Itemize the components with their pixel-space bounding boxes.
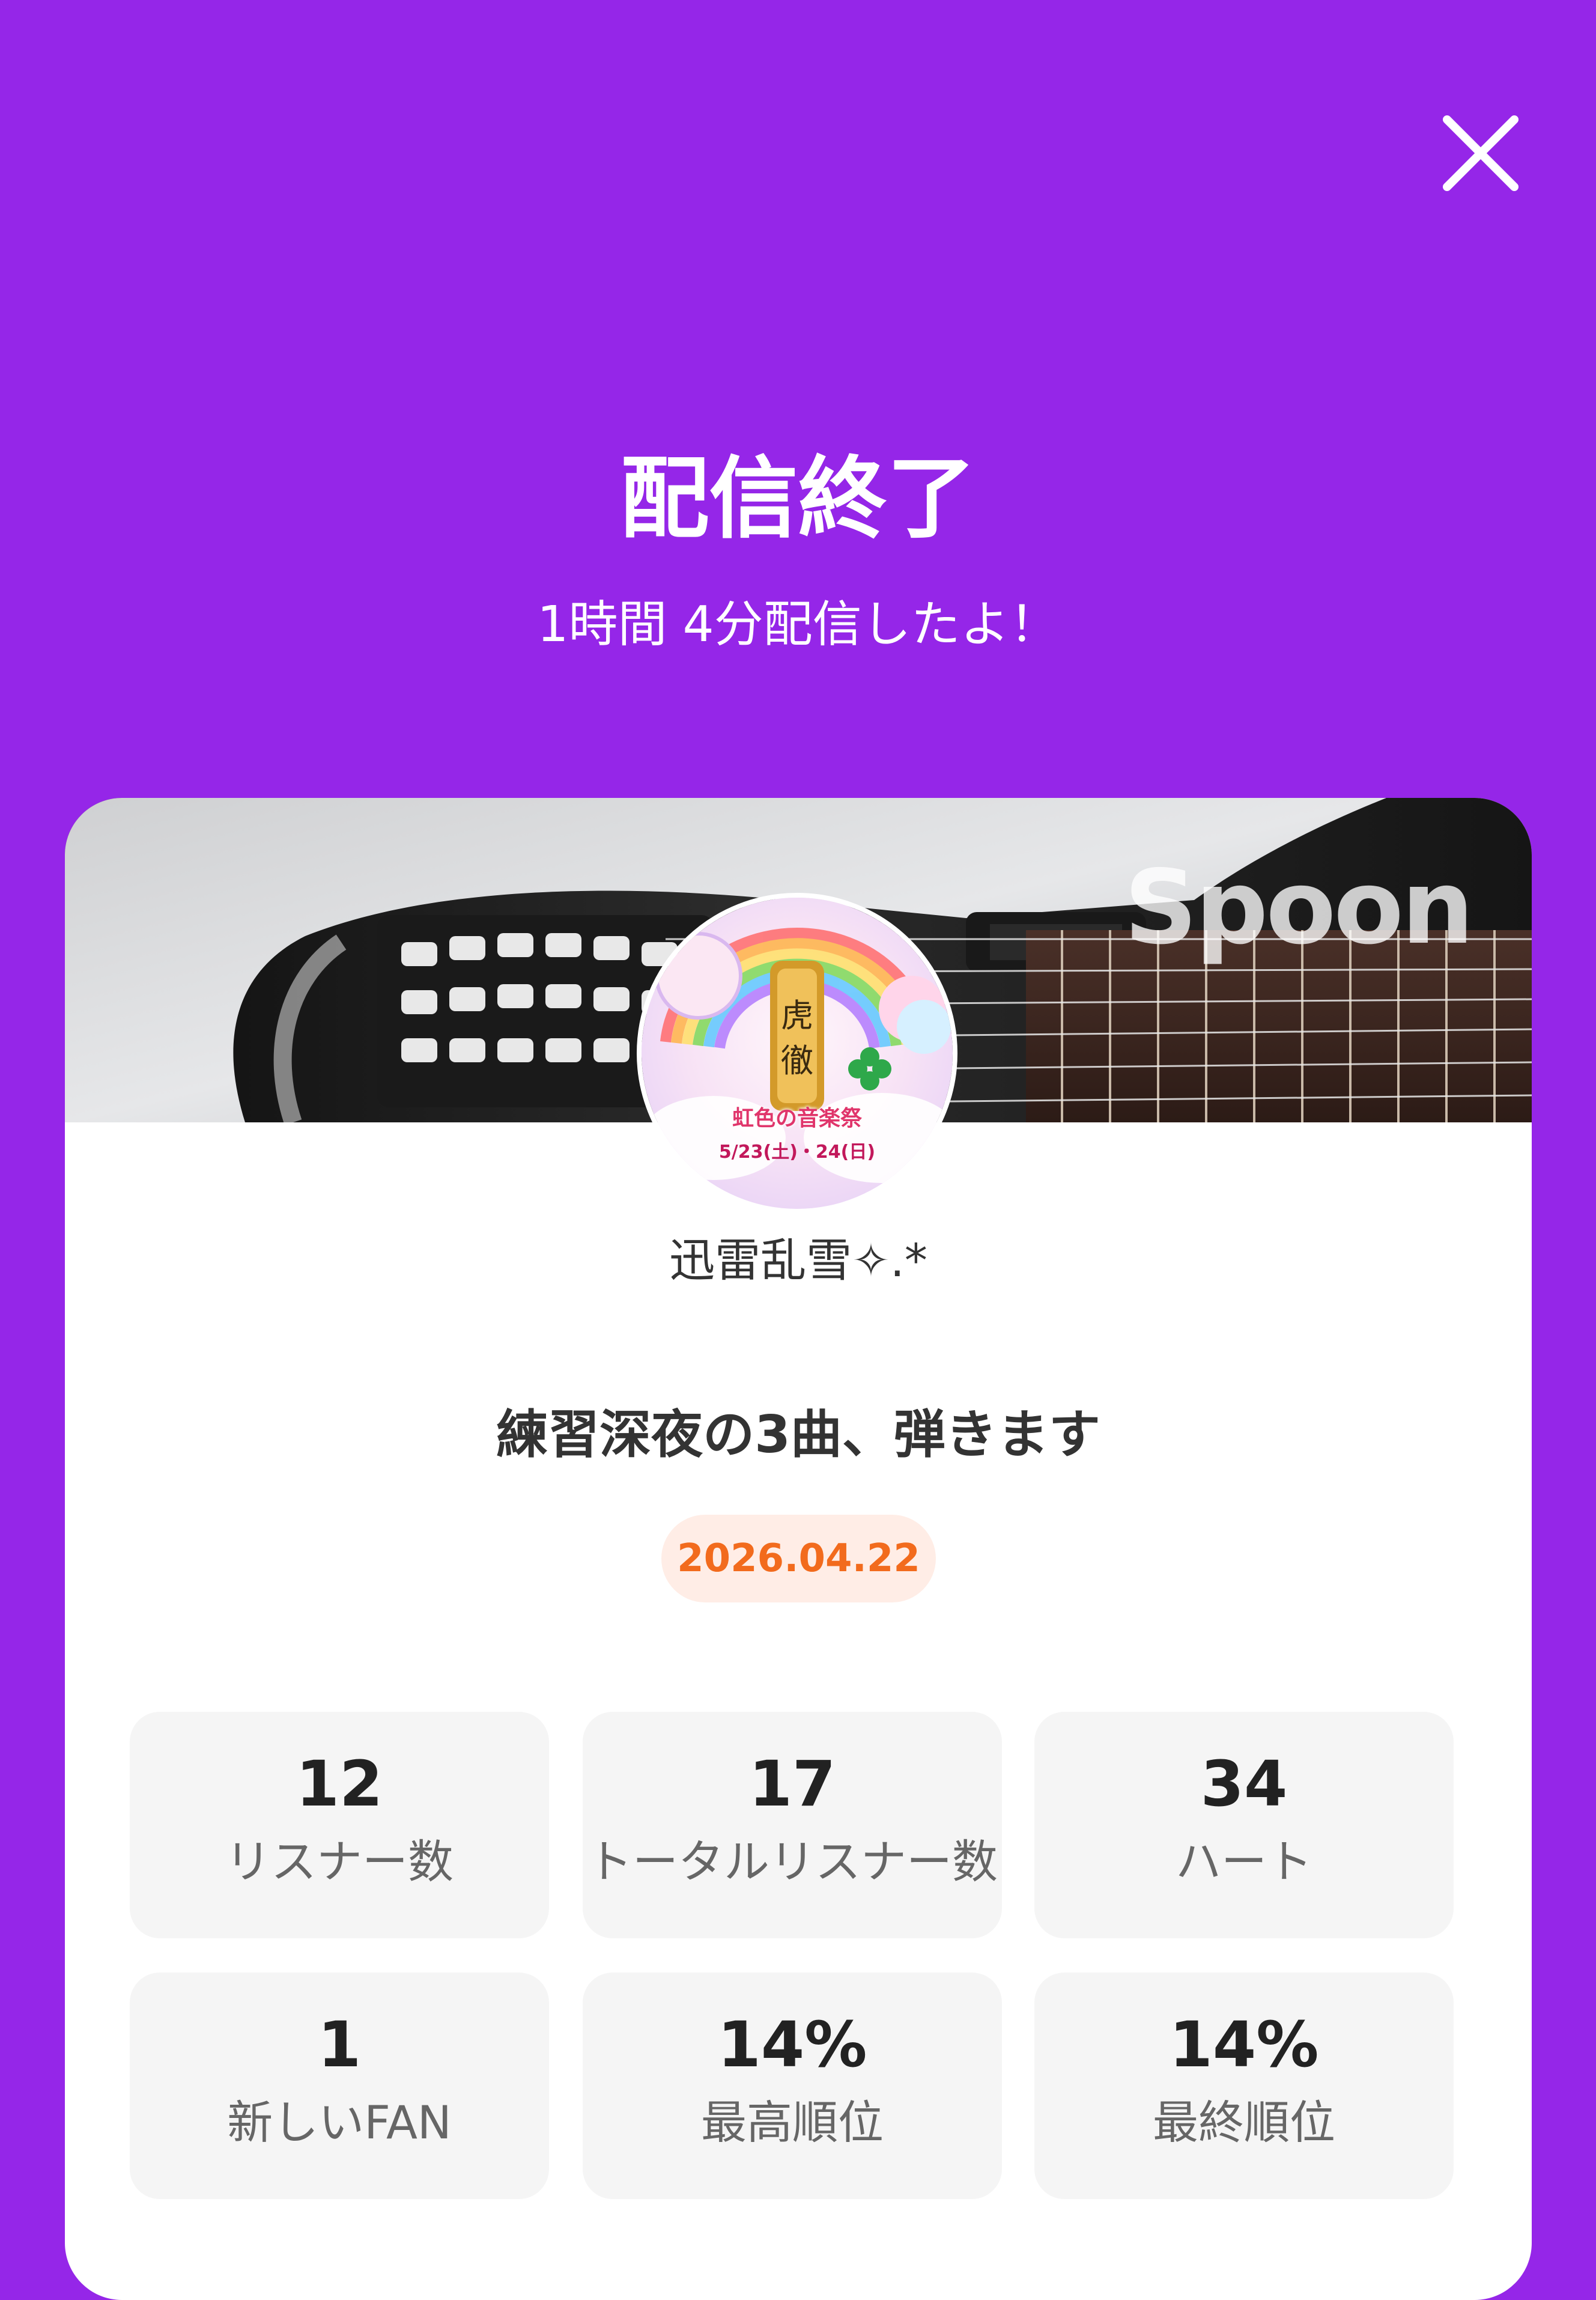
close-icon xyxy=(1443,115,1519,191)
stat-value: 17 xyxy=(748,1747,836,1821)
avatar-event-date: 5/23(土)・24(日) xyxy=(718,1142,876,1163)
stat-label: 最高順位 xyxy=(701,2096,884,2149)
stat-label: ハート xyxy=(1176,1835,1312,1888)
summary-card: Spoon 虎 徹 虹色の音楽祭 5/23(土)・24(日) 迅雷乱雪✧.* 練… xyxy=(65,798,1532,2300)
stat-value: 12 xyxy=(296,1747,383,1821)
stat-value: 14% xyxy=(1169,2008,1319,2081)
stat-hearts: 34 ハート xyxy=(1034,1712,1454,1938)
stream-title: 練習深夜の3曲、弾きます xyxy=(496,1405,1100,1465)
stat-label: 新しいFAN xyxy=(227,2096,452,2149)
stat-label: トータルリスナー数 xyxy=(587,1835,998,1888)
page-title: 配信終了 xyxy=(620,447,976,550)
stat-final-rank: 14% 最終順位 xyxy=(1034,1973,1454,2199)
stat-value: 14% xyxy=(717,2008,867,2081)
svg-text:虎: 虎 xyxy=(781,997,813,1035)
dj-nickname: 迅雷乱雪✧.* xyxy=(669,1234,927,1287)
stat-value: 1 xyxy=(317,2008,362,2081)
stat-listeners: 12 リスナー数 xyxy=(130,1712,549,1938)
stat-new-fans: 1 新しいFAN xyxy=(130,1973,549,2199)
avatar-event-title: 虹色の音楽祭 xyxy=(732,1106,862,1131)
spoon-logo: Spoon xyxy=(1124,848,1474,967)
date-badge: 2026.04.22 xyxy=(661,1515,936,1602)
broadcast-duration: 1時間 4分配信したよ！ xyxy=(537,596,1059,653)
stat-value: 34 xyxy=(1200,1747,1288,1821)
stat-total-listeners: 17 トータルリスナー数 xyxy=(583,1712,1002,1938)
stat-highest-rank: 14% 最高順位 xyxy=(583,1973,1002,2199)
stat-label: 最終順位 xyxy=(1153,2096,1335,2149)
svg-text:徹: 徹 xyxy=(781,1042,813,1080)
close-button[interactable] xyxy=(1439,111,1523,195)
avatar[interactable]: 虎 徹 虹色の音楽祭 5/23(土)・24(日) xyxy=(637,893,957,1214)
stat-label: リスナー数 xyxy=(225,1835,454,1888)
